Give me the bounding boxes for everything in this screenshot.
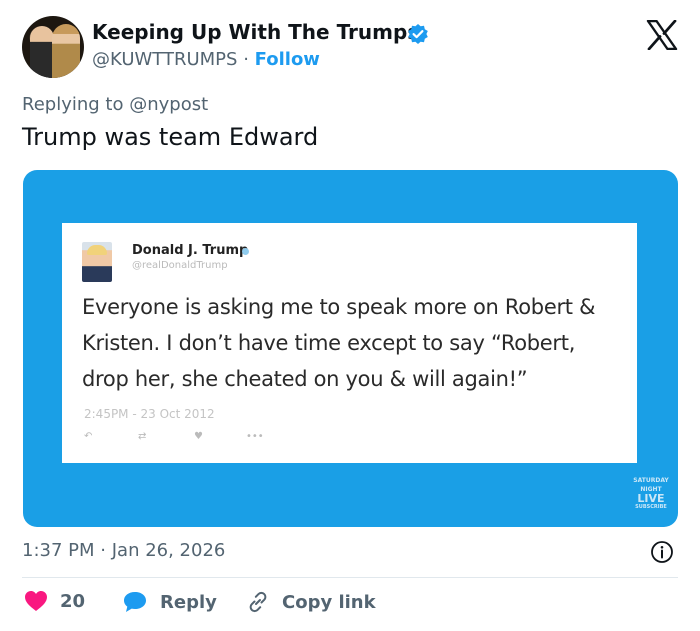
action-divider: [22, 577, 678, 578]
link-icon: [249, 591, 267, 613]
embedded-author-name: Donald J. Trump: [132, 243, 249, 258]
embedded-more-icon: •••: [246, 431, 264, 442]
avatar-figure-right: [52, 24, 80, 78]
author-avatar[interactable]: [22, 16, 84, 78]
heart-icon: [25, 591, 47, 611]
avatar-figure-left: [30, 26, 54, 78]
timestamp-separator: ·: [100, 540, 106, 561]
embedded-like-icon: ♥: [194, 431, 203, 442]
post-timestamp[interactable]: 1:37 PM · Jan 26, 2026: [22, 540, 225, 561]
post-time: 1:37 PM: [22, 540, 95, 561]
verified-badge-icon: [408, 24, 428, 44]
embedded-tweet-screenshot: Donald J. Trump @realDonaldTrump Everyon…: [62, 223, 637, 463]
embedded-author-handle: @realDonaldTrump: [132, 260, 228, 271]
handle-separator: ·: [243, 49, 249, 70]
author-handle[interactable]: @KUWTTRUMPS: [92, 49, 237, 70]
embedded-tweet-time: 2:45PM - 23 Oct 2012: [84, 407, 215, 421]
reply-context: Replying to @nypost: [22, 94, 208, 115]
speech-bubble-icon: [124, 592, 146, 612]
like-count: 20: [60, 590, 86, 612]
like-button[interactable]: 20: [24, 590, 85, 612]
reply-mention-link[interactable]: @nypost: [129, 94, 208, 115]
x-logo-icon[interactable]: [646, 20, 678, 50]
embedded-avatar: [82, 242, 112, 282]
follow-button[interactable]: Follow: [255, 49, 320, 70]
author-name[interactable]: Keeping Up With The Trumps: [92, 20, 419, 44]
info-icon[interactable]: [650, 540, 674, 564]
embedded-tweet-text: Everyone is asking me to speak more on R…: [82, 295, 596, 391]
snl-watermark-logo: SATURDAY NIGHT LIVE SUBSCRIBE: [629, 476, 673, 512]
copy-link-label: Copy link: [282, 591, 376, 613]
tweet-card: Keeping Up With The Trumps @KUWTTRUMPS ·…: [0, 0, 700, 631]
post-text: Trump was team Edward: [22, 123, 319, 151]
watermark-line3: SUBSCRIBE: [635, 504, 667, 510]
reply-label: Reply: [160, 591, 217, 613]
reply-button[interactable]: Reply: [122, 590, 217, 614]
embedded-retweet-icon: ⇄: [138, 431, 147, 442]
embedded-verified-icon: [242, 248, 249, 255]
post-date: Jan 26, 2026: [111, 540, 226, 561]
post-media-image[interactable]: Donald J. Trump @realDonaldTrump Everyon…: [23, 170, 678, 527]
watermark-line2: LIVE: [637, 492, 665, 505]
copy-link-button[interactable]: Copy link: [246, 590, 376, 614]
reply-prefix: Replying to: [22, 94, 124, 115]
author-handle-row: @KUWTTRUMPS · Follow: [92, 49, 320, 70]
embedded-reply-icon: ↶: [84, 431, 93, 442]
